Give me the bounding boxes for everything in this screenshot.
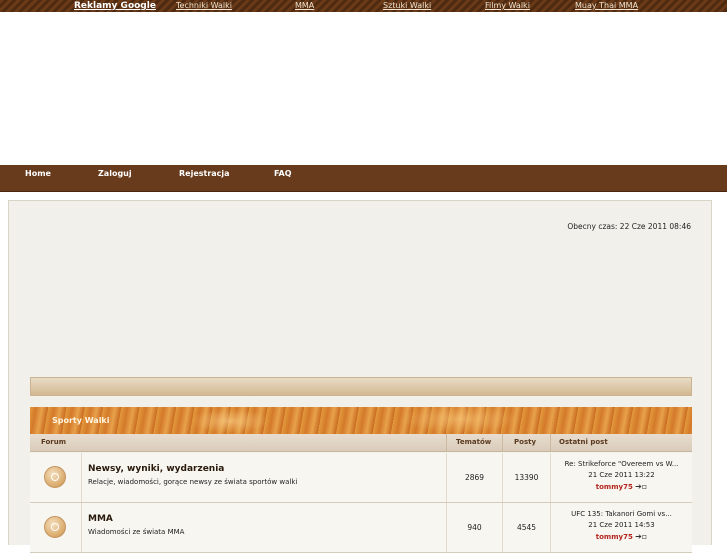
forum-description: Wiadomości ze świata MMA: [88, 528, 185, 536]
current-time: Obecny czas: 22 Cze 2011 08:46: [567, 222, 691, 231]
forum-posts-count: 13390: [502, 453, 550, 502]
column-posts: Posty: [514, 438, 537, 446]
column-divider: [550, 434, 551, 451]
forum-icon-cell: [30, 453, 81, 502]
forum-topics-count: 2869: [446, 453, 502, 502]
nav-home[interactable]: Home: [25, 165, 51, 183]
content-panel: Obecny czas: 22 Cze 2011 08:46 Sporty Wa…: [8, 200, 712, 553]
last-post-date: 21 Cze 2011 14:53: [588, 521, 655, 529]
column-divider: [446, 434, 447, 451]
ad-links-heading[interactable]: Reklamy Google: [74, 0, 156, 12]
nav-login[interactable]: Zaloguj: [98, 165, 132, 183]
forum-info-cell: Newsy, wyniki, wydarzenia Relacje, wiado…: [81, 453, 446, 502]
last-post-date: 21 Cze 2011 13:22: [588, 471, 655, 479]
forum-row: MMA Wiadomości ze świata MMA 940 4545 UF…: [30, 503, 692, 553]
ad-link-filmy-walki[interactable]: Filmy Walki: [485, 0, 530, 12]
column-forum: Forum: [41, 438, 67, 446]
forum-last-post-cell: Re: Strikeforce "Overeem vs W... 21 Cze …: [550, 453, 692, 502]
category-title[interactable]: Sporty Walki: [52, 407, 110, 434]
last-post-author-link[interactable]: tommy75: [596, 533, 633, 541]
goto-last-post-icon[interactable]: ➔▫: [635, 482, 647, 491]
forum-title-link[interactable]: Newsy, wyniki, wydarzenia: [88, 464, 224, 474]
last-post-author-link[interactable]: tommy75: [596, 483, 633, 491]
ad-link-muay-thai-mma[interactable]: Muay Thai MMA: [575, 0, 638, 12]
forum-top-strip: [30, 377, 692, 396]
nav-register[interactable]: Rejestracja: [179, 165, 230, 183]
column-divider: [502, 434, 503, 451]
forum-column-headers: Forum Tematów Posty Ostatni post: [30, 434, 692, 452]
column-topics: Tematów: [456, 438, 492, 446]
forum-description: Relacje, wiadomości, gorące newsy ze świ…: [88, 478, 298, 486]
forum-row: Newsy, wyniki, wydarzenia Relacje, wiado…: [30, 453, 692, 503]
column-last-post: Ostatni post: [559, 438, 608, 446]
forum-read-icon: [44, 466, 66, 488]
last-post-title-link[interactable]: UFC 135: Takanori Gomi vs...: [551, 509, 692, 520]
last-post-title-link[interactable]: Re: Strikeforce "Overeem vs W...: [551, 459, 692, 470]
ad-link-sztuki-walki[interactable]: Sztuki Walki: [383, 0, 431, 12]
ad-link-techniki-walki[interactable]: Techniki Walki: [176, 0, 232, 12]
nav-faq[interactable]: FAQ: [274, 165, 292, 183]
goto-last-post-icon[interactable]: ➔▫: [635, 532, 647, 541]
category-header: Sporty Walki: [30, 407, 692, 434]
main-navbar: Home Zaloguj Rejestracja FAQ: [0, 165, 727, 192]
forum-read-icon: [44, 516, 66, 538]
ad-links-bar: Reklamy Google Techniki Walki MMA Sztuki…: [0, 0, 727, 12]
ad-link-mma[interactable]: MMA: [295, 0, 314, 12]
forum-title-link[interactable]: MMA: [88, 514, 113, 524]
